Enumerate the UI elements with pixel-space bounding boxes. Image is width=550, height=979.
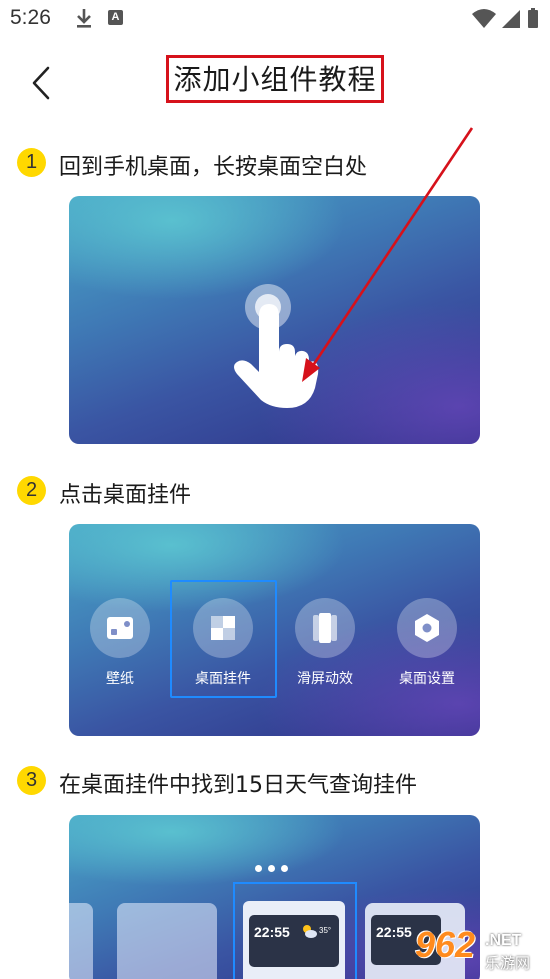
step-text: 在桌面挂件中找到15日天气查询挂件 bbox=[59, 773, 417, 798]
status-time: 5:26 bbox=[10, 6, 51, 29]
chevron-left-icon bbox=[32, 66, 50, 100]
wallpaper-icon bbox=[90, 598, 150, 658]
menu-label: 桌面设置 bbox=[399, 671, 455, 687]
tutorial-screen: 5:26 A 添加小组件教程 1 回到手机桌面，长按桌面空白处 2 点击桌面挂件… bbox=[0, 0, 550, 979]
back-button[interactable] bbox=[22, 64, 62, 104]
watermark-sub: 乐游网 bbox=[485, 954, 531, 972]
clock-weather-card: 22:55 35° bbox=[249, 915, 339, 967]
a-badge-icon: A bbox=[108, 10, 123, 25]
status-right-icons bbox=[470, 8, 540, 34]
dot bbox=[255, 865, 262, 872]
wifi-icon bbox=[472, 9, 496, 28]
menu-label: 滑屏动效 bbox=[297, 671, 353, 687]
step-text: 回到手机桌面，长按桌面空白处 bbox=[59, 155, 368, 180]
page-dots bbox=[255, 857, 295, 872]
weather-widget-highlighted[interactable]: 22:55 35° bbox=[233, 882, 357, 979]
menu-item-desktop-settings[interactable]: 桌面设置 bbox=[387, 598, 467, 688]
page-title: 添加小组件教程 bbox=[166, 55, 384, 103]
clock-time: 22:55 bbox=[376, 924, 412, 940]
widget-preview: 22:55 35° bbox=[243, 901, 345, 979]
step-2-illustration: 壁纸 桌面挂件 滑屏动效 桌面设置 bbox=[69, 524, 480, 736]
dot bbox=[268, 865, 275, 872]
step-number-badge: 1 bbox=[17, 148, 46, 177]
status-bar: 5:26 A bbox=[0, 0, 550, 40]
download-icon bbox=[74, 6, 94, 34]
menu-item-swipe-effect[interactable]: 滑屏动效 bbox=[285, 598, 365, 688]
highlight-box bbox=[170, 580, 277, 698]
signal-icon bbox=[502, 10, 520, 28]
widget-preview-blurred bbox=[117, 903, 217, 979]
step-1-illustration bbox=[69, 196, 480, 444]
watermark-brand: 962 bbox=[415, 924, 476, 965]
pointing-hand-icon bbox=[234, 304, 319, 408]
step-number-badge: 2 bbox=[17, 476, 46, 505]
step-text: 点击桌面挂件 bbox=[59, 483, 192, 508]
sun-cloud-icon bbox=[303, 925, 317, 938]
swipe-effect-icon bbox=[295, 598, 355, 658]
clock-time: 22:55 bbox=[254, 924, 290, 940]
menu-label: 壁纸 bbox=[106, 671, 134, 687]
watermark-suffix: .NET bbox=[485, 932, 522, 949]
menu-item-wallpaper[interactable]: 壁纸 bbox=[80, 598, 160, 688]
step-number-badge: 3 bbox=[17, 766, 46, 795]
widget-preview-blurred bbox=[69, 903, 93, 979]
dot bbox=[281, 865, 288, 872]
settings-hex-icon bbox=[397, 598, 457, 658]
temperature: 35° bbox=[319, 926, 332, 935]
watermark-logo: 962 .NET 乐游网 bbox=[415, 924, 545, 979]
battery-icon bbox=[528, 8, 538, 28]
